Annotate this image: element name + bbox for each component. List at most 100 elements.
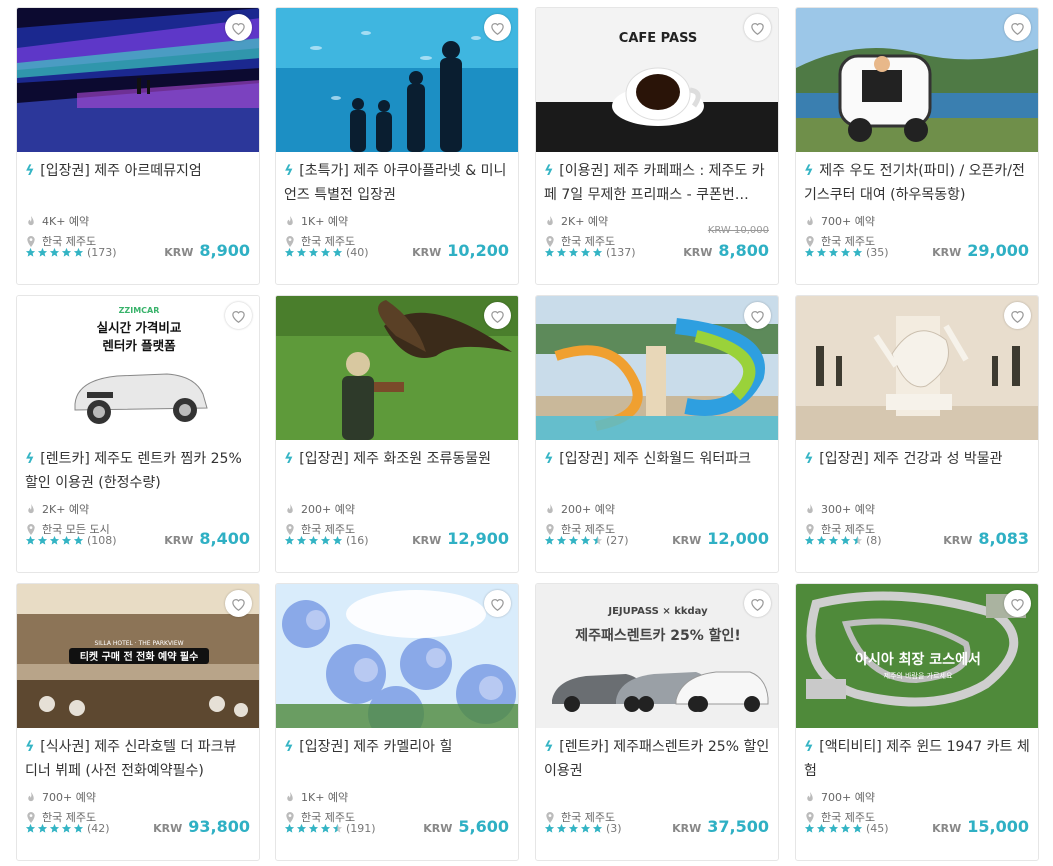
product-image-falconry-eagle[interactable] [276, 296, 518, 440]
product-image-aquarium-silhouettes[interactable] [276, 8, 518, 152]
product-title[interactable]: ϟ [식사권] 제주 신라호텔 더 파크뷰 디너 뷔페 (사전 전화예약필수) [25, 735, 253, 783]
review-count: (191) [346, 822, 376, 835]
product-card[interactable]: SILLA HOTEL · THE PARKVIEW 티켓 구매 전 전화 예약… [16, 583, 260, 861]
product-image-electric-car-coast[interactable] [796, 8, 1038, 152]
product-image-cafe-pass-coffee-cup[interactable]: CAFE PASS [536, 8, 778, 152]
product-title[interactable]: ϟ [이용권] 제주 카페패스 : 제주도 카페 7일 무제한 프리패스 - 쿠폰… [544, 159, 772, 207]
star-icon [49, 535, 60, 545]
wishlist-heart-icon[interactable] [744, 590, 771, 617]
product-title[interactable]: ϟ [초특가] 제주 아쿠아플라넷 & 미니언즈 특별전 입장권 [284, 159, 512, 207]
product-title[interactable]: ϟ [입장권] 제주 화조원 조류동물원 [284, 447, 512, 495]
product-title[interactable]: ϟ 제주 우도 전기차(파미) / 오픈카/전기스쿠터 대여 (하우목동항) [804, 159, 1032, 207]
image-caption-line2: 렌터카 플랫폼 [102, 338, 176, 353]
product-card[interactable]: ϟ [입장권] 제주 신화월드 워터파크 200+ 예약 한국 제주도 (27) KRW 1… [535, 295, 779, 573]
wishlist-heart-icon[interactable] [484, 14, 511, 41]
wishlist-heart-icon[interactable] [744, 302, 771, 329]
wishlist-heart-icon[interactable] [744, 14, 771, 41]
star-rating-icons [804, 535, 863, 546]
wishlist-heart-icon[interactable] [225, 14, 252, 41]
star-icon [284, 247, 295, 257]
product-image-hotel-buffet[interactable]: SILLA HOTEL · THE PARKVIEW 티켓 구매 전 전화 예약… [17, 584, 259, 728]
product-image-museum-sculpture[interactable] [796, 296, 1038, 440]
wishlist-heart-icon[interactable] [225, 590, 252, 617]
review-count: (8) [866, 534, 882, 547]
product-card[interactable]: ϟ [입장권] 제주 카멜리아 힐 1K+ 예약 한국 제주도 (191) KRW 5,60… [275, 583, 519, 861]
star-icon [580, 247, 591, 257]
wishlist-heart-icon[interactable] [484, 590, 511, 617]
star-rating-icons [25, 247, 84, 258]
product-title-text: [식사권] 제주 신라호텔 더 파크뷰 디너 뷔페 (사전 전화예약필수) [25, 739, 237, 779]
star-rating-icons [804, 823, 863, 834]
product-card[interactable]: JEJUPASS × kkday 제주패스렌트카 25% 할인! ϟ [렌트카] … [535, 583, 779, 861]
rating: (3) [544, 822, 622, 835]
wishlist-heart-icon[interactable] [1004, 590, 1031, 617]
star-icon [840, 535, 851, 545]
fire-icon [287, 215, 293, 225]
price: KRW 5,600 [423, 817, 509, 836]
product-card[interactable]: 아시아 최장 코스에서 제주의 바람을 가르세요 ϟ [액티비티] 제주 윈드 19… [795, 583, 1039, 861]
product-card[interactable]: ϟ [초특가] 제주 아쿠아플라넷 & 미니언즈 특별전 입장권 1K+ 예약 한국 … [275, 7, 519, 285]
price-currency: KRW [672, 822, 702, 835]
product-card[interactable]: ZZIMCAR 실시간 가격비교 렌터카 플랫폼 ϟ [렌트카] 제주도 렌트카 … [16, 295, 260, 573]
product-image-hydrangea-flowers[interactable] [276, 584, 518, 728]
product-image-rental-cars-lineup[interactable]: JEJUPASS × kkday 제주패스렌트카 25% 할인! [536, 584, 778, 728]
star-rating-icons [544, 823, 603, 834]
wishlist-heart-icon[interactable] [1004, 14, 1031, 41]
wishlist-heart-icon[interactable] [484, 302, 511, 329]
product-title[interactable]: ϟ [입장권] 제주 신화월드 워터파크 [544, 447, 772, 495]
price-currency: KRW [164, 246, 194, 259]
review-count: (16) [346, 534, 369, 547]
product-image-water-park-slides[interactable] [536, 296, 778, 440]
fire-icon [28, 503, 34, 513]
image-caption-line1: 실시간 가격비교 [97, 320, 182, 335]
star-icon [828, 535, 839, 545]
star-icon [840, 823, 851, 833]
product-title[interactable]: ϟ [입장권] 제주 아르떼뮤지엄 [25, 159, 253, 207]
star-rating-icons [25, 535, 84, 546]
product-image-art-museum-neon-lights[interactable] [17, 8, 259, 152]
product-title-text: [입장권] 제주 건강과 성 박물관 [819, 451, 1003, 467]
product-title[interactable]: ϟ [입장권] 제주 건강과 성 박물관 [804, 447, 1032, 495]
price: KRW 8,400 [164, 529, 250, 548]
fire-icon [28, 791, 34, 801]
star-icon [580, 823, 591, 833]
location-pin-icon [546, 523, 554, 535]
instant-confirm-icon: ϟ [544, 451, 555, 467]
price: KRW 12,000 [672, 529, 769, 548]
price-amount: 15,000 [967, 817, 1029, 836]
wishlist-heart-icon[interactable] [225, 302, 252, 329]
price: KRW 15,000 [932, 817, 1029, 836]
price-amount: 37,500 [707, 817, 769, 836]
product-title[interactable]: ϟ [입장권] 제주 카멜리아 힐 [284, 735, 512, 783]
product-image-rental-convertible[interactable]: ZZIMCAR 실시간 가격비교 렌터카 플랫폼 [17, 296, 259, 440]
product-card[interactable]: ϟ [입장권] 제주 건강과 성 박물관 300+ 예약 한국 제주도 (8) KRW 8,… [795, 295, 1039, 573]
location-pin-icon [286, 523, 294, 535]
star-icon [320, 247, 331, 257]
location-pin-icon [27, 811, 35, 823]
product-title[interactable]: ϟ [렌트카] 제주도 렌트카 찜카 25% 할인 이용권 (한정수량) [25, 447, 253, 495]
price: KRW 8,900 [164, 241, 250, 260]
location-pin-icon [806, 523, 814, 535]
star-rating-icons [544, 535, 603, 546]
price-currency: KRW [164, 534, 194, 547]
star-icon [556, 247, 567, 257]
product-title[interactable]: ϟ [렌트카] 제주패스렌트카 25% 할인 이용권 [544, 735, 772, 783]
booking-count: 700+ 예약 [805, 213, 875, 229]
location-pin-icon [286, 811, 294, 823]
product-title[interactable]: ϟ [액티비티] 제주 윈드 1947 카트 체험 [804, 735, 1032, 783]
instant-confirm-icon: ϟ [544, 739, 555, 755]
location-pin-icon [27, 523, 35, 535]
price-currency: KRW [932, 822, 962, 835]
star-icon [332, 247, 343, 257]
product-image-kart-track-aerial[interactable]: 아시아 최장 코스에서 제주의 바람을 가르세요 [796, 584, 1038, 728]
product-card[interactable]: CAFE PASS ϟ [이용권] 제주 카페패스 : 제주도 카페 7일 무제한… [535, 7, 779, 285]
product-title-text: [입장권] 제주 아르떼뮤지엄 [40, 163, 202, 179]
product-title-text: [입장권] 제주 카멜리아 힐 [299, 739, 453, 755]
booking-count: 700+ 예약 [26, 789, 96, 805]
price-currency: KRW [412, 534, 442, 547]
product-card[interactable]: ϟ 제주 우도 전기차(파미) / 오픈카/전기스쿠터 대여 (하우목동항) 700… [795, 7, 1039, 285]
image-brand: ZZIMCAR [119, 306, 160, 315]
product-card[interactable]: ϟ [입장권] 제주 화조원 조류동물원 200+ 예약 한국 제주도 (16) KRW 1… [275, 295, 519, 573]
wishlist-heart-icon[interactable] [1004, 302, 1031, 329]
product-card[interactable]: ϟ [입장권] 제주 아르떼뮤지엄 4K+ 예약 한국 제주도 (173) KRW 8,90… [16, 7, 260, 285]
